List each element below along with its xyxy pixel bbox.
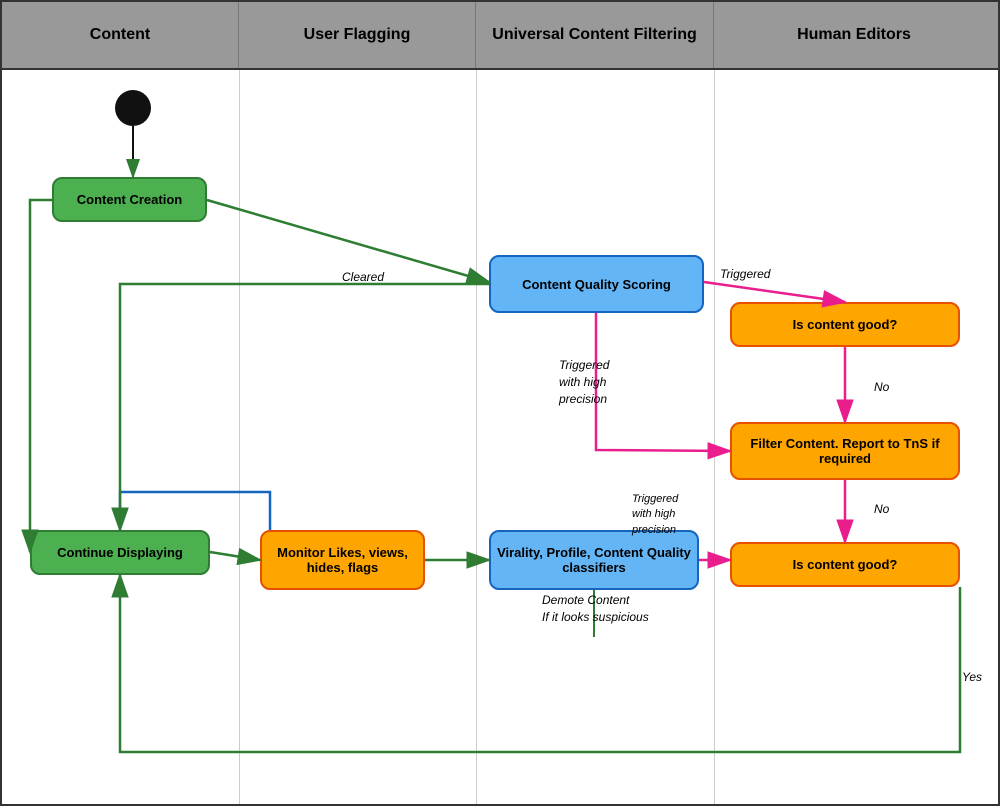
no-1-label: No — [874, 380, 889, 394]
header-ucf: Universal Content Filtering — [476, 2, 714, 68]
demote-content-label: Demote ContentIf it looks suspicious — [542, 592, 649, 626]
start-circle — [115, 90, 151, 126]
header-content: Content — [2, 2, 239, 68]
is-content-good-2-node: Is content good? — [730, 542, 960, 587]
filter-content-node: Filter Content. Report to TnS if require… — [730, 422, 960, 480]
no-2-label: No — [874, 502, 889, 516]
header-human-editors: Human Editors — [714, 2, 994, 68]
virality-node: Virality, Profile, Content Quality class… — [489, 530, 699, 590]
header-user-flagging: User Flagging — [239, 2, 476, 68]
diagram-container: Content User Flagging Universal Content … — [0, 0, 1000, 806]
monitor-likes-node: Monitor Likes, views, hides, flags — [260, 530, 425, 590]
content-quality-scoring-node: Content Quality Scoring — [489, 255, 704, 313]
cleared-label: Cleared — [342, 270, 384, 284]
is-content-good-1-node: Is content good? — [730, 302, 960, 347]
col-divider-3 — [714, 70, 715, 804]
yes-label: Yes — [962, 670, 982, 684]
triggered-label: Triggered — [720, 267, 770, 281]
col-divider-1 — [239, 70, 240, 804]
arrows-svg — [2, 2, 998, 804]
col-divider-2 — [476, 70, 477, 804]
triggered-high-precision-label: Triggeredwith highprecision — [559, 357, 609, 407]
triggered-high-precision-2-label: Triggeredwith highprecision — [632, 492, 678, 538]
continue-displaying-node: Continue Displaying — [30, 530, 210, 575]
header: Content User Flagging Universal Content … — [2, 2, 998, 70]
content-creation-node: Content Creation — [52, 177, 207, 222]
